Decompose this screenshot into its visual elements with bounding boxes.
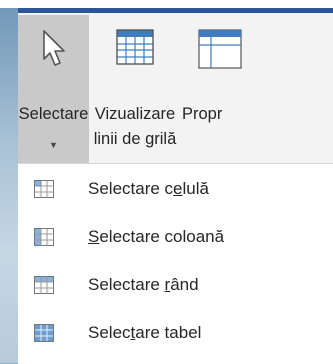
menu-item-select-column[interactable]: Selectare coloană — [18, 218, 333, 258]
menu-item-select-cell[interactable]: Selectare celulă — [18, 170, 333, 210]
menu-item-label: Selectare celulă — [88, 179, 209, 198]
view-gridlines-button[interactable]: Vizualizare linii de grilă — [91, 15, 179, 163]
menu-item-select-row[interactable]: Selectare rând — [18, 266, 333, 306]
chevron-down-icon: ▼ — [49, 140, 58, 150]
menu-item-label: Selectare coloană — [88, 227, 225, 246]
view-gridlines-label-line2: linii de grilă — [93, 130, 177, 148]
table-properties-icon — [198, 29, 242, 69]
select-button[interactable]: Selectare ▼ — [18, 15, 89, 163]
select-row-icon — [34, 276, 54, 294]
properties-button[interactable]: Propr — [182, 15, 242, 163]
select-column-icon — [34, 228, 54, 246]
view-gridlines-label-line1: Vizualizare — [94, 105, 176, 123]
select-table-icon — [34, 324, 54, 342]
selection-dropdown-menu: Selectare celulă Selectare coloană Selec… — [18, 163, 333, 364]
select-button-label: Selectare — [18, 105, 89, 123]
menu-item-select-table[interactable]: Selectare tabel — [18, 314, 333, 354]
table-grid-icon — [116, 29, 154, 65]
menu-item-label: Selectare tabel — [88, 323, 202, 342]
cursor-arrow-icon — [43, 30, 65, 66]
select-cell-icon — [34, 180, 54, 198]
menu-item-label: Selectare rând — [88, 275, 199, 294]
title-bar — [0, 0, 333, 8]
properties-button-label: Propr — [182, 105, 223, 123]
desktop-background — [0, 0, 18, 363]
